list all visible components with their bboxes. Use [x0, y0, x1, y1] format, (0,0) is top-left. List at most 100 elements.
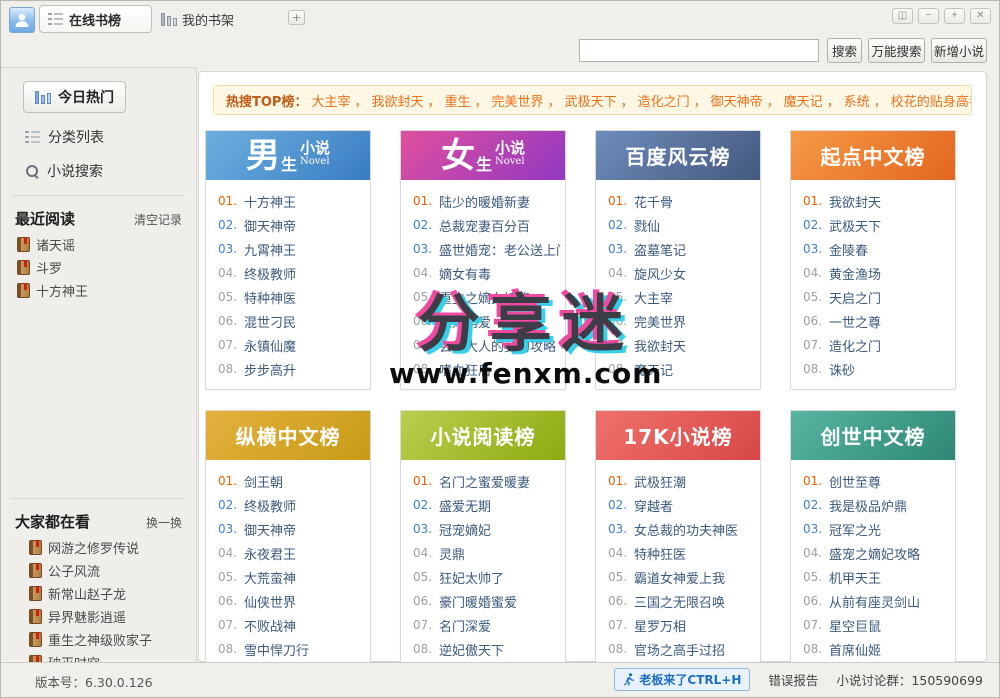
- hot-search-link[interactable]: 御天神帝: [711, 95, 763, 110]
- clear-history-link[interactable]: 清空记录: [134, 211, 182, 228]
- book-link[interactable]: 首席仙姬: [829, 640, 881, 659]
- book-list-item[interactable]: 公子风流: [1, 559, 196, 582]
- book-link[interactable]: 步步高升: [244, 360, 296, 379]
- sidebar-item-today-hot[interactable]: 今日热门: [23, 81, 126, 113]
- book-link[interactable]: 武极天下: [829, 216, 881, 235]
- book-link[interactable]: 官场之高手过招: [634, 640, 725, 659]
- hot-search-link[interactable]: 系统: [844, 95, 870, 110]
- book-link[interactable]: 天启之门: [829, 288, 881, 307]
- book-link[interactable]: 雪中悍刀行: [244, 640, 309, 659]
- book-link[interactable]: 盗墓笔记: [634, 240, 686, 259]
- book-link[interactable]: 御天神帝: [244, 520, 296, 539]
- book-link[interactable]: 名门之蜜爱暖妻: [439, 472, 530, 491]
- book-link[interactable]: 狂妃太帅了: [439, 568, 504, 587]
- book-link[interactable]: 御天神帝: [244, 216, 296, 235]
- book-link[interactable]: 盛世婚宠：老公送上门: [439, 240, 561, 259]
- book-link[interactable]: 重生之嫡女妖娆: [439, 288, 530, 307]
- hot-search-link[interactable]: 我欲封天: [371, 95, 423, 110]
- book-link[interactable]: 一世之尊: [829, 312, 881, 331]
- minimize-button[interactable]: −: [918, 8, 939, 24]
- book-link[interactable]: 名门深爱: [439, 616, 491, 635]
- book-link[interactable]: 武极狂潮: [634, 472, 686, 491]
- tab-my-bookshelf[interactable]: 我的书架: [161, 8, 234, 30]
- book-link[interactable]: 陆少的暖婚新妻: [439, 192, 530, 211]
- search-button[interactable]: 搜索: [827, 38, 862, 63]
- super-search-button[interactable]: 万能搜索: [868, 38, 925, 63]
- hot-search-link[interactable]: 武极天下: [565, 95, 617, 110]
- close-button[interactable]: ✕: [970, 8, 991, 24]
- book-link[interactable]: 十方神王: [244, 192, 296, 211]
- book-link[interactable]: 完美世界: [634, 312, 686, 331]
- book-link[interactable]: 盛爱无期: [439, 496, 491, 515]
- book-link[interactable]: 总裁宠妻百分百: [439, 216, 530, 235]
- book-list-item[interactable]: 诸天谣: [1, 233, 196, 256]
- book-link[interactable]: 大主宰: [634, 288, 673, 307]
- book-link[interactable]: 魔天记: [634, 360, 673, 379]
- book-link[interactable]: 造化之门: [829, 336, 881, 355]
- sidebar-item-novel-search[interactable]: 小说搜索: [25, 161, 196, 181]
- book-link[interactable]: 冠军之光: [829, 520, 881, 539]
- book-link[interactable]: 嫡女有毒: [439, 264, 491, 283]
- hot-search-link[interactable]: 魔天记: [784, 95, 823, 110]
- book-link[interactable]: 创世至尊: [829, 472, 881, 491]
- tab-online-booklist[interactable]: 在线书榜: [39, 5, 152, 33]
- book-link[interactable]: 混世刁民: [244, 312, 296, 331]
- shuffle-link[interactable]: 换一换: [146, 514, 182, 531]
- book-link[interactable]: 不败战神: [244, 616, 296, 635]
- book-link[interactable]: 机甲天王: [829, 568, 881, 587]
- book-link[interactable]: 大荒蛮神: [244, 568, 296, 587]
- book-link[interactable]: 星空巨鼠: [829, 616, 881, 635]
- book-link[interactable]: 豪门暖婚蜜爱: [439, 592, 517, 611]
- book-link[interactable]: 剑王朝: [244, 472, 283, 491]
- search-input[interactable]: [579, 39, 819, 62]
- book-link[interactable]: 从前有座灵剑山: [829, 592, 920, 611]
- book-link[interactable]: 我是极品炉鼎: [829, 496, 907, 515]
- book-link[interactable]: 花千骨: [634, 192, 673, 211]
- book-link[interactable]: 宠婚萌爱: [439, 312, 491, 331]
- book-link[interactable]: 诛砂: [829, 360, 855, 379]
- hot-search-link[interactable]: 完美世界: [492, 95, 544, 110]
- add-novel-button[interactable]: 新增小说: [931, 38, 987, 63]
- hot-search-link[interactable]: 大主宰: [311, 95, 350, 110]
- book-link[interactable]: 星罗万相: [634, 616, 686, 635]
- book-link[interactable]: 戮仙: [634, 216, 660, 235]
- book-link[interactable]: 永镇仙魔: [244, 336, 296, 355]
- book-list-item[interactable]: 斗罗: [1, 256, 196, 279]
- hot-search-link[interactable]: 造化之门: [638, 95, 690, 110]
- book-link[interactable]: 黄金渔场: [829, 264, 881, 283]
- skin-button[interactable]: ◫: [892, 8, 913, 24]
- book-link[interactable]: 我欲封天: [634, 336, 686, 355]
- book-link[interactable]: 冠宠嫡妃: [439, 520, 491, 539]
- book-link[interactable]: 三国之无限召唤: [634, 592, 725, 611]
- book-link[interactable]: 终极教师: [244, 264, 296, 283]
- book-list-item[interactable]: 重生之神级败家子: [1, 628, 196, 651]
- book-link[interactable]: 旋风少女: [634, 264, 686, 283]
- book-link[interactable]: 仙侠世界: [244, 592, 296, 611]
- book-link[interactable]: 女总裁的功夫神医: [634, 520, 738, 539]
- hot-search-link[interactable]: 校花的贴身高手: [891, 95, 972, 110]
- book-link[interactable]: 特种狂医: [634, 544, 686, 563]
- book-list-item[interactable]: 新常山赵子龙: [1, 582, 196, 605]
- book-list-item[interactable]: 十方神王: [1, 279, 196, 302]
- book-link[interactable]: 盛宠之嫡妃攻略: [829, 544, 920, 563]
- book-link[interactable]: 穿越者: [634, 496, 673, 515]
- book-link[interactable]: 霸道女神爱上我: [634, 568, 725, 587]
- book-link[interactable]: 永夜君王: [244, 544, 296, 563]
- error-report-link[interactable]: 错误报告: [768, 670, 818, 689]
- book-link[interactable]: 灵鼎: [439, 544, 465, 563]
- book-list-item[interactable]: 异界魅影逍遥: [1, 605, 196, 628]
- maximize-button[interactable]: +: [944, 8, 965, 24]
- book-link[interactable]: 我欲封天: [829, 192, 881, 211]
- book-link[interactable]: 嗜血狂后: [439, 360, 491, 379]
- book-list-item[interactable]: 网游之修罗传说: [1, 536, 196, 559]
- sidebar-item-category-list[interactable]: 分类列表: [25, 127, 196, 147]
- book-link[interactable]: 终极教师: [244, 496, 296, 515]
- hot-search-link[interactable]: 重生: [445, 95, 471, 110]
- user-avatar[interactable]: [9, 7, 35, 33]
- book-link[interactable]: 会长大人的契约攻略: [439, 336, 556, 355]
- add-tab-button[interactable]: +: [288, 10, 305, 25]
- book-link[interactable]: 九霄神王: [244, 240, 296, 259]
- boss-key-button[interactable]: 老板来了CTRL+H: [614, 668, 750, 691]
- book-link[interactable]: 逆妃傲天下: [439, 640, 504, 659]
- book-link[interactable]: 特种神医: [244, 288, 296, 307]
